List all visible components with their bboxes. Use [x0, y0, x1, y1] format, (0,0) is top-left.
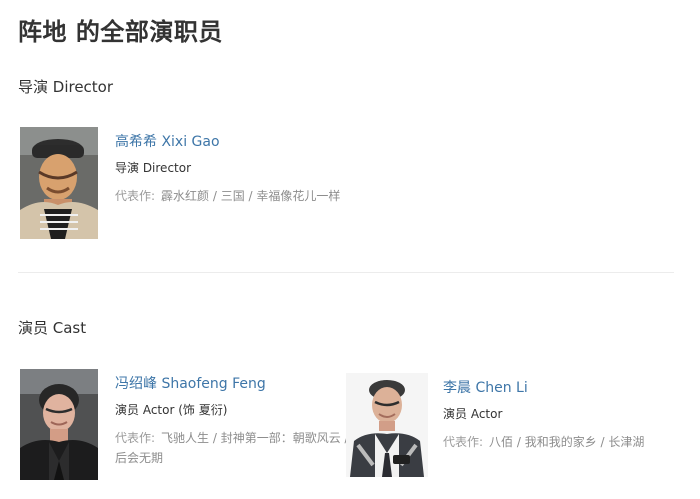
cast-name-link-shaofeng-feng[interactable]: 冯绍峰 Shaofeng Feng	[115, 374, 350, 394]
director-works-value-xixi-gao: 霹水红颜 / 三国 / 幸福像花儿一样	[161, 189, 341, 203]
director-info-xixi-gao: 高希希 Xixi Gao 导演 Director 代表作: 霹水红颜 / 三国 /…	[115, 127, 380, 206]
cast-info-chen-li: 李晨 Chen Li 演员 Actor 代表作: 八佰 / 我和我的家乡 / 长津…	[443, 373, 676, 452]
cast-name-link-chen-li[interactable]: 李晨 Chen Li	[443, 378, 676, 398]
cast-avatar-shaofeng-feng[interactable]	[20, 369, 98, 480]
cast-works-shaofeng-feng: 代表作: 飞驰人生 / 封神第一部：朝歌风云 / 后会无期	[115, 428, 350, 468]
cast-works-chen-li: 代表作: 八佰 / 我和我的家乡 / 长津湖	[443, 432, 676, 452]
cast-card-chen-li: 李晨 Chen Li 演员 Actor 代表作: 八佰 / 我和我的家乡 / 长津…	[346, 373, 676, 477]
cast-works-label-shaofeng-feng: 代表作:	[115, 431, 156, 445]
director-card-xixi-gao: 高希希 Xixi Gao 导演 Director 代表作: 霹水红颜 / 三国 /…	[20, 127, 380, 239]
cast-section-heading: 演员 Cast	[18, 319, 87, 337]
cast-avatar-chen-li[interactable]	[346, 373, 428, 477]
director-avatar-xixi-gao[interactable]	[20, 127, 98, 239]
director-role-xixi-gao: 导演 Director	[115, 161, 192, 175]
cast-works-label-chen-li: 代表作:	[443, 435, 484, 449]
cast-info-shaofeng-feng: 冯绍峰 Shaofeng Feng 演员 Actor (饰 夏衍) 代表作: 飞驰…	[115, 369, 350, 468]
section-divider	[18, 272, 674, 273]
page-title: 阵地 的全部演职员	[18, 18, 223, 46]
cast-card-shaofeng-feng: 冯绍峰 Shaofeng Feng 演员 Actor (饰 夏衍) 代表作: 飞驰…	[20, 369, 350, 480]
director-works-label-xixi-gao: 代表作:	[115, 189, 156, 203]
director-works-xixi-gao: 代表作: 霹水红颜 / 三国 / 幸福像花儿一样	[115, 186, 380, 206]
cast-works-value-chen-li: 八佰 / 我和我的家乡 / 长津湖	[489, 435, 645, 449]
director-name-link-xixi-gao[interactable]: 高希希 Xixi Gao	[115, 132, 380, 152]
director-section-heading: 导演 Director	[18, 78, 114, 96]
cast-role-chen-li: 演员 Actor	[443, 407, 503, 421]
cast-role-shaofeng-feng: 演员 Actor (饰 夏衍)	[115, 403, 228, 417]
